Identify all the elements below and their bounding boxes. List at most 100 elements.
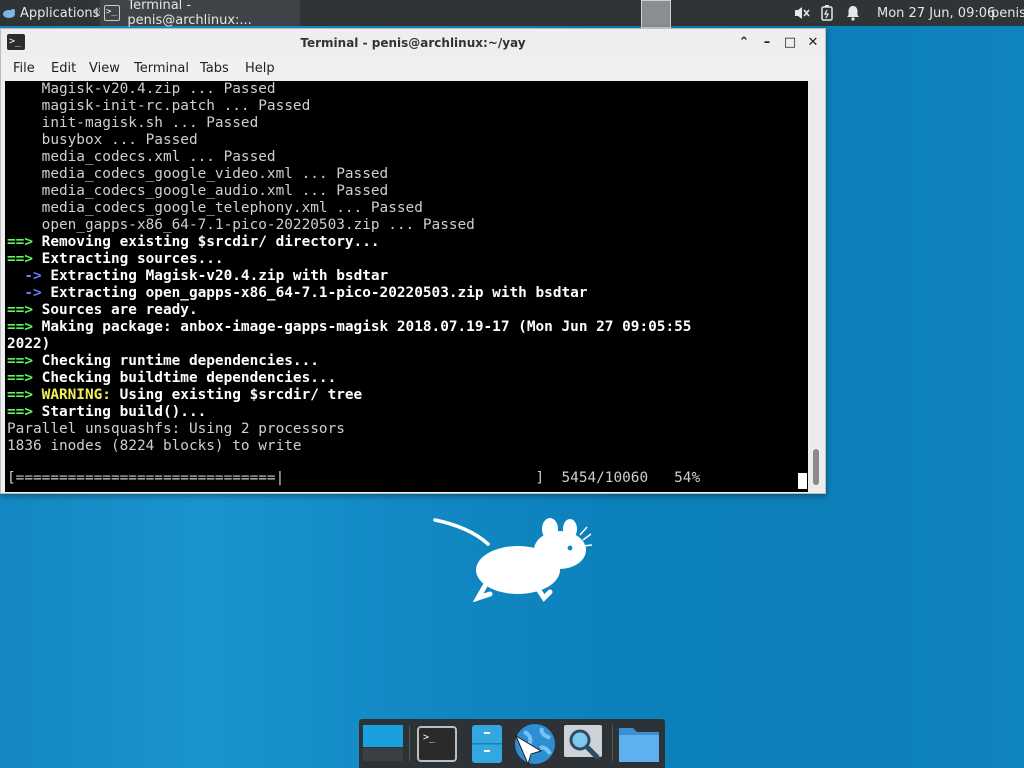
menu-tabs[interactable]: Tabs <box>200 57 229 81</box>
notification-bell-icon[interactable] <box>846 0 860 26</box>
applications-menu[interactable]: Applications <box>2 0 99 26</box>
terminal-line-text: Extracting Magisk-v20.4.zip with bsdtar <box>50 268 389 284</box>
dock-home-folder-button[interactable] <box>617 722 661 766</box>
user-menu[interactable]: penis <box>991 0 1024 26</box>
window-titlebar[interactable]: >_ Terminal - penis@archlinux:~/yay ⌃ – … <box>1 29 825 57</box>
terminal-line-text: magisk-init-rc.patch ... Passed <box>7 98 311 114</box>
dock-panel: >_ <box>359 719 665 768</box>
terminal-icon: >_ <box>417 726 457 762</box>
close-button[interactable]: ✕ <box>805 35 821 51</box>
dock-terminal-button[interactable]: >_ <box>415 722 459 766</box>
terminal-line-text: 1836 inodes (8224 blocks) to write <box>7 438 302 454</box>
terminal-line-prefix: ==> <box>7 319 42 335</box>
dock-separator <box>612 725 613 761</box>
terminal-line-prefix: ==> <box>7 353 42 369</box>
terminal-line-text: Extracting sources... <box>41 251 224 267</box>
progress-bar-line: [==============================| ] 5454/… <box>7 470 701 486</box>
folder-icon <box>619 728 659 762</box>
terminal-line-text: media_codecs_google_audio.xml ... Passed <box>7 183 389 199</box>
terminal-line-text: Extracting open_gapps-x86_64-7.1-pico-20… <box>50 285 588 301</box>
dock-file-manager-button[interactable] <box>465 722 509 766</box>
show-desktop-icon <box>363 725 403 761</box>
terminal-line-text: Magisk-v20.4.zip ... Passed <box>7 81 276 97</box>
terminal-line-text: Sources are ready. <box>41 302 198 318</box>
terminal-line-text: Checking buildtime dependencies... <box>41 370 337 386</box>
xfce-mouse-icon <box>3 9 15 18</box>
terminal-line: open_gapps-x86_64-7.1-pico-20220503.zip … <box>7 217 691 234</box>
applications-label: Applications <box>20 5 100 21</box>
terminal-line-text: open_gapps-x86_64-7.1-pico-20220503.zip … <box>7 217 475 233</box>
menu-terminal[interactable]: Terminal <box>134 57 189 81</box>
battery-icon[interactable] <box>821 0 833 26</box>
xfce-mouse-wallpaper-logo <box>433 518 593 602</box>
terminal-line: busybox ... Passed <box>7 132 691 149</box>
taskbar-terminal-button[interactable]: >_ Terminal - penis@archlinux:... <box>100 0 300 28</box>
terminal-line-text: Parallel unsquashfs: Using 2 processors <box>7 421 345 437</box>
terminal-line-prefix: ==> <box>7 302 42 318</box>
terminal-line-text: Making package: anbox-image-gapps-magisk… <box>41 319 692 335</box>
file-manager-icon <box>472 725 502 763</box>
scrollbar-thumb[interactable] <box>813 449 819 485</box>
workspace-switcher[interactable] <box>641 0 671 28</box>
maximize-button[interactable]: □ <box>782 35 798 51</box>
text-cursor <box>798 473 807 489</box>
window-title: Terminal - penis@archlinux:~/yay <box>300 36 526 50</box>
terminal-line-prefix: -> <box>7 268 51 284</box>
dock-app-finder-button[interactable] <box>561 722 605 766</box>
minimize-button[interactable]: – <box>759 35 775 51</box>
menu-edit[interactable]: Edit <box>51 57 76 81</box>
terminal-line: media_codecs_google_telephony.xml ... Pa… <box>7 200 691 217</box>
menubar: File Edit View Terminal Tabs Help <box>1 57 825 81</box>
terminal-line: ==> Starting build()... <box>7 404 691 421</box>
menu-file[interactable]: File <box>13 57 35 81</box>
terminal-line-text: media_codecs_google_video.xml ... Passed <box>7 166 389 182</box>
terminal-line-prefix: ==> <box>7 404 42 420</box>
globe-cursor-icon <box>514 724 555 766</box>
terminal-line: ==> Sources are ready. <box>7 302 691 319</box>
show-desktop-button[interactable] <box>361 722 405 766</box>
terminal-line: media_codecs.xml ... Passed <box>7 149 691 166</box>
svg-text:>_: >_ <box>423 732 436 743</box>
warning-label: WARNING: <box>41 387 111 403</box>
dock-web-browser-button[interactable] <box>512 722 556 766</box>
menu-view[interactable]: View <box>89 57 120 81</box>
terminal-line-text: media_codecs.xml ... Passed <box>7 149 276 165</box>
volume-muted-icon[interactable] <box>793 0 811 26</box>
terminal-line: 2022) <box>7 336 691 353</box>
terminal-line: magisk-init-rc.patch ... Passed <box>7 98 691 115</box>
terminal-line-prefix: ==> <box>7 234 42 250</box>
terminal-window: >_ Terminal - penis@archlinux:~/yay ⌃ – … <box>0 28 826 494</box>
terminal-scrollbar[interactable] <box>809 81 824 492</box>
terminal-line: ==> WARNING: Using existing $srcdir/ tre… <box>7 387 691 404</box>
terminal-line: media_codecs_google_video.xml ... Passed <box>7 166 691 183</box>
terminal-line-prefix: -> <box>7 285 51 301</box>
terminal-line-prefix: ==> <box>7 387 42 403</box>
terminal-line-text: Starting build()... <box>41 404 207 420</box>
terminal-output[interactable]: Magisk-v20.4.zip ... Passed magisk-init-… <box>5 81 808 492</box>
terminal-line: ==> Checking runtime dependencies... <box>7 353 691 370</box>
terminal-line: ==> Extracting sources... <box>7 251 691 268</box>
terminal-line: ==> Checking buildtime dependencies... <box>7 370 691 387</box>
terminal-line: 1836 inodes (8224 blocks) to write <box>7 438 691 455</box>
shade-button[interactable]: ⌃ <box>736 35 752 51</box>
terminal-icon: >_ <box>104 5 121 21</box>
terminal-line: Magisk-v20.4.zip ... Passed <box>7 81 691 98</box>
clock[interactable]: Mon 27 Jun, 09:06 <box>877 0 995 26</box>
terminal-line: ==> Making package: anbox-image-gapps-ma… <box>7 319 691 336</box>
terminal-line-text: 2022) <box>7 336 51 352</box>
terminal-line-text: Removing existing $srcdir/ directory... <box>41 234 380 250</box>
terminal-line: init-magisk.sh ... Passed <box>7 115 691 132</box>
terminal-line-text: Checking runtime dependencies... <box>41 353 319 369</box>
terminal-line-prefix: ==> <box>7 370 42 386</box>
terminal-line-text: busybox ... Passed <box>7 132 198 148</box>
search-magnifier-icon <box>564 725 602 760</box>
taskbar-terminal-label: Terminal - penis@archlinux:... <box>127 0 252 28</box>
menu-help[interactable]: Help <box>245 57 275 81</box>
terminal-line: -> Extracting open_gapps-x86_64-7.1-pico… <box>7 285 691 302</box>
terminal-line-text: Using existing $srcdir/ tree <box>110 387 363 403</box>
terminal-line: Parallel unsquashfs: Using 2 processors <box>7 421 691 438</box>
top-panel: Applications ⠿ >_ Terminal - penis@archl… <box>0 0 1024 28</box>
terminal-line: media_codecs_google_audio.xml ... Passed <box>7 183 691 200</box>
terminal-line: -> Extracting Magisk-v20.4.zip with bsdt… <box>7 268 691 285</box>
terminal-line: ==> Removing existing $srcdir/ directory… <box>7 234 691 251</box>
